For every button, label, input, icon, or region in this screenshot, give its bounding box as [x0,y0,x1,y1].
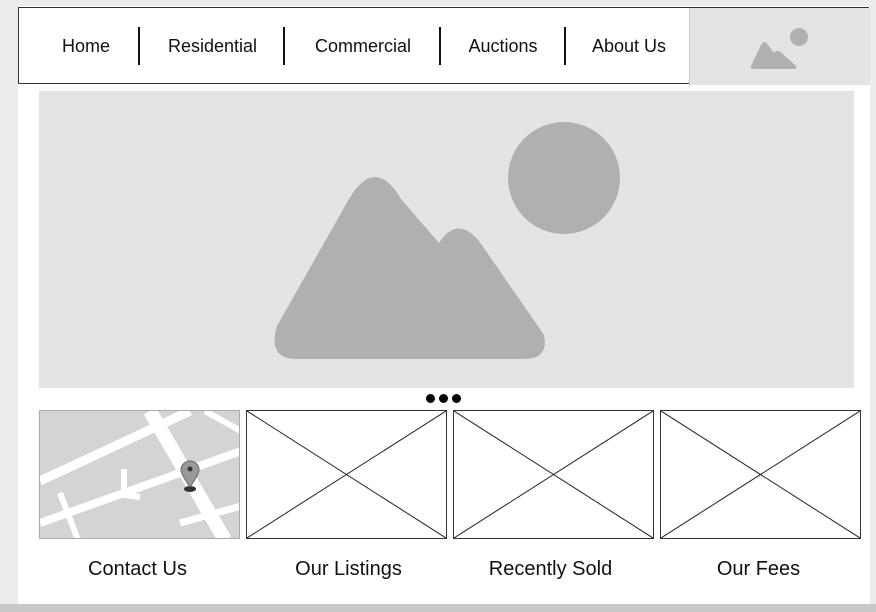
logo[interactable] [689,8,870,85]
nav-divider [138,27,140,65]
carousel-dot[interactable] [426,394,435,403]
our-listings-link[interactable]: Our Listings [248,558,449,581]
image-placeholder-x [454,411,653,538]
image-placeholder-icon [274,122,620,359]
nav-divider [283,27,285,65]
window-bottom-edge [0,604,876,612]
contact-us-link[interactable]: Contact Us [37,558,238,581]
image-placeholder-icon [750,28,808,69]
nav-item-home[interactable]: Home [39,8,133,85]
fees-image-placeholder[interactable] [660,410,861,539]
image-placeholder-x [661,411,860,538]
listings-image-placeholder[interactable] [246,410,447,539]
recently-sold-link[interactable]: Recently Sold [450,558,651,581]
carousel-dot[interactable] [452,394,461,403]
top-navigation: Home Residential Commercial Auctions Abo… [18,7,870,85]
image-placeholder-x [247,411,446,538]
nav-divider [564,27,566,65]
nav-item-residential[interactable]: Residential [143,8,282,85]
map-icon [40,411,239,538]
nav-divider [439,27,441,65]
nav-item-commercial[interactable]: Commercial [288,8,438,85]
carousel-indicators [426,393,462,405]
nav-item-about-us[interactable]: About Us [569,8,689,85]
nav-item-auctions[interactable]: Auctions [444,8,562,85]
carousel-dot[interactable] [439,394,448,403]
contact-map-tile[interactable] [39,410,240,539]
sold-image-placeholder[interactable] [453,410,654,539]
our-fees-link[interactable]: Our Fees [658,558,859,581]
hero-image [39,91,854,388]
page-frame: Home Residential Commercial Auctions Abo… [18,6,870,604]
